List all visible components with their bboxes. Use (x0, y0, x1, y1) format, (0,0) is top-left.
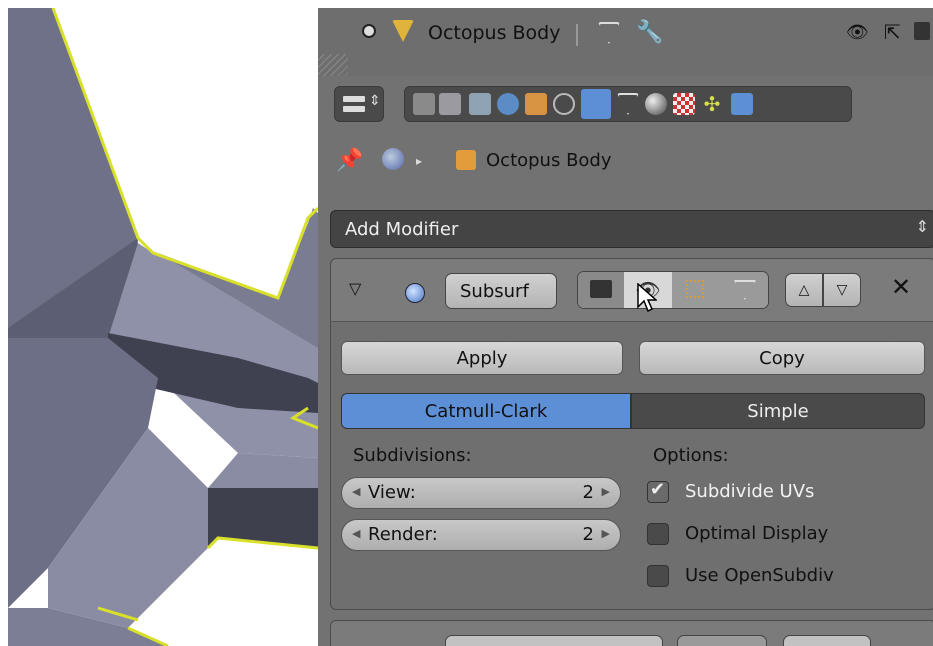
constraints-tab-icon[interactable] (553, 93, 575, 115)
copy-button[interactable]: Copy (639, 341, 925, 375)
pin-icon[interactable]: 📌 (336, 148, 363, 173)
particles-tab-icon[interactable]: ✣ (701, 93, 723, 115)
context-object-name: Octopus Body (486, 150, 612, 171)
scene-tab-icon[interactable] (469, 93, 491, 115)
mode-catmull-clark-button[interactable]: Catmull-Clark (341, 393, 631, 429)
move-down-button[interactable]: ▽ (823, 273, 861, 307)
object-cube-icon (456, 150, 476, 170)
decrement-arrow-icon[interactable]: ◀ (352, 527, 360, 540)
world-tab-icon[interactable] (497, 93, 519, 115)
view-levels-label: View: (368, 482, 416, 503)
object-context-icon (382, 148, 404, 170)
breadcrumb-arrow-icon: ▸ (416, 154, 423, 168)
collapse-triangle-icon[interactable]: ▽ (349, 279, 361, 298)
material-tab-icon[interactable] (645, 93, 667, 115)
view-levels-field[interactable]: ◀ View: 2 ▶ (341, 477, 621, 509)
optimal-display-checkbox[interactable] (647, 523, 669, 545)
add-modifier-label: Add Modifier (345, 219, 459, 240)
apply-button[interactable]: Apply (341, 341, 623, 375)
texture-tab-icon[interactable] (673, 93, 695, 115)
next-modifier-order-buttons[interactable] (783, 635, 871, 646)
data-tab-icon[interactable] (617, 93, 639, 115)
render-levels-value: 2 (582, 524, 594, 545)
move-up-button[interactable]: △ (785, 273, 823, 307)
use-opensubdiv-checkbox[interactable] (647, 565, 669, 587)
object-tab-icon[interactable] (525, 93, 547, 115)
dropdown-arrows-icon: ⇕ (915, 217, 929, 236)
modifier-name-field[interactable]: Subsurf (445, 273, 557, 309)
subsurf-modifier-panel: ▽ Subsurf 👁 △ ▽ ✕ Apply Copy Catmull-Cla… (330, 258, 933, 610)
next-modifier-panel (330, 620, 933, 646)
cage-toggle-icon[interactable] (720, 272, 768, 308)
physics-tab-icon[interactable] (731, 93, 753, 115)
wrench-icon[interactable]: 🔧 (636, 20, 663, 45)
subdivisions-label: Subdivisions: (353, 445, 472, 466)
cursor-icon[interactable]: ⇱ (884, 20, 901, 44)
properties-panel: Octopus Body 🔧 👁 ⇱ ⇕ ✣ 📌 ▸ Octopus Body … (318, 8, 933, 646)
context-tabs: ✣ (404, 86, 852, 122)
camera-render-icon[interactable] (914, 22, 930, 40)
mesh-data-icon[interactable] (598, 22, 620, 44)
remove-modifier-close-icon[interactable]: ✕ (891, 273, 911, 301)
modifier-name-text: Subsurf (460, 281, 529, 302)
render-levels-label: Render: (368, 524, 438, 545)
render-layers-tab-icon[interactable] (439, 93, 461, 115)
decrement-arrow-icon[interactable]: ◀ (352, 485, 360, 498)
subdivide-uvs-label: Subdivide UVs (685, 481, 815, 502)
subsurf-modifier-icon (405, 283, 425, 303)
modifiers-tab-icon[interactable] (581, 89, 611, 119)
render-levels-field[interactable]: ◀ Render: 2 ▶ (341, 519, 621, 551)
eye-icon[interactable]: 👁 (846, 22, 869, 43)
editmode-toggle-icon[interactable] (672, 272, 720, 308)
options-label: Options: (653, 445, 729, 466)
mesh-triangle-icon (392, 20, 414, 42)
add-modifier-dropdown[interactable]: Add Modifier ⇕ (330, 210, 933, 248)
next-modifier-name-field[interactable] (445, 635, 663, 646)
3d-viewport[interactable] (8, 8, 318, 646)
mesh-render (8, 8, 318, 646)
increment-arrow-icon[interactable]: ▶ (602, 485, 610, 498)
render-tab-icon[interactable] (413, 93, 435, 115)
object-name-label[interactable]: Octopus Body (428, 22, 560, 44)
separator (576, 24, 578, 46)
editor-type-button[interactable]: ⇕ (334, 86, 384, 122)
optimal-display-label: Optimal Display (685, 523, 829, 544)
mode-simple-button[interactable]: Simple (631, 393, 925, 429)
increment-arrow-icon[interactable]: ▶ (602, 527, 610, 540)
visibility-toggles: 👁 (577, 271, 769, 309)
render-toggle-icon[interactable] (578, 272, 624, 308)
subdivide-uvs-checkbox[interactable]: ✔ (647, 479, 669, 503)
use-opensubdiv-label: Use OpenSubdiv (685, 565, 834, 586)
mouse-cursor-icon (637, 283, 657, 313)
expand-icon[interactable] (362, 24, 376, 38)
next-modifier-toggles[interactable] (677, 635, 767, 646)
view-levels-value: 2 (582, 482, 594, 503)
resize-corner[interactable] (318, 54, 348, 76)
outliner-header: Octopus Body 🔧 👁 ⇱ (318, 8, 933, 76)
